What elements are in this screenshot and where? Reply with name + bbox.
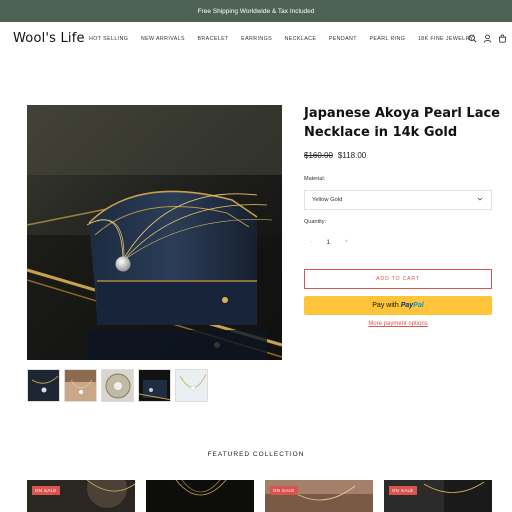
nav-item-hot-selling[interactable]: HOT SELLING — [89, 36, 128, 42]
quantity-decrease-button[interactable]: - — [310, 239, 312, 245]
product-card[interactable]: ON SALE — [265, 480, 373, 512]
nav-item-new-arrivals[interactable]: NEW ARRIVALS — [141, 36, 185, 42]
material-value: Yellow Gold — [312, 197, 343, 203]
add-to-cart-button[interactable]: ADD TO CART — [304, 269, 492, 289]
paypal-logo: PayPal — [400, 302, 424, 309]
search-icon[interactable] — [468, 34, 477, 43]
featured-collection-heading: FEATURED COLLECTION — [207, 451, 305, 458]
thumbnail[interactable] — [175, 369, 208, 402]
nav-item-pearl-ring[interactable]: PEARL RING — [369, 36, 405, 42]
nav-item-18k-fine-jewelry[interactable]: 18K FINE JEWELRY — [418, 36, 474, 42]
material-select[interactable]: Yellow Gold — [304, 190, 492, 210]
chevron-down-icon — [477, 196, 483, 204]
price: $160.00 $118.00 — [304, 151, 366, 160]
paypal-button[interactable]: Pay with PayPal — [304, 296, 492, 315]
more-payment-options-link[interactable]: More payment options — [304, 321, 492, 327]
thumbnail[interactable] — [138, 369, 171, 402]
site-header: Wool's Life HOT SELLING NEW ARRIVALS BRA… — [0, 22, 512, 58]
nav-item-pendant[interactable]: PENDANT — [329, 36, 357, 42]
announcement-text: Free Shipping Worldwide & Tax Included — [197, 7, 315, 15]
nav-item-necklace[interactable]: NECKLACE — [285, 36, 317, 42]
product-card[interactable]: ON SALE — [27, 480, 135, 512]
quantity-stepper: - 1 + — [304, 233, 354, 251]
logo[interactable]: Wool's Life — [13, 31, 85, 46]
nav-item-bracelet[interactable]: BRACELET — [198, 36, 229, 42]
on-sale-badge: ON SALE — [32, 486, 60, 495]
quantity-input[interactable]: 1 — [326, 239, 330, 246]
thumbnail[interactable] — [27, 369, 60, 402]
on-sale-badge: ON SALE — [389, 486, 417, 495]
on-sale-badge: ON SALE — [270, 486, 298, 495]
price-sale: $118.00 — [337, 151, 367, 160]
cart-icon[interactable] — [498, 34, 507, 43]
quantity-increase-button[interactable]: + — [344, 239, 348, 245]
product-title: Japanese Akoya Pearl Lace Necklace in 14… — [304, 106, 500, 140]
product-card[interactable]: ON SALE — [384, 480, 492, 512]
thumbnail[interactable] — [101, 369, 134, 402]
thumbnail-list — [27, 369, 208, 402]
product-main-image[interactable] — [27, 105, 282, 360]
nav-item-earrings[interactable]: EARRINGS — [241, 36, 272, 42]
quantity-label: Quantity: — [304, 219, 327, 225]
thumbnail[interactable] — [64, 369, 97, 402]
account-icon[interactable] — [483, 34, 492, 43]
material-label: Material: — [304, 176, 326, 182]
paypal-prefix: Pay with — [372, 302, 399, 309]
announcement-bar: Free Shipping Worldwide & Tax Included — [0, 0, 512, 22]
main-nav: HOT SELLING NEW ARRIVALS BRACELET EARRIN… — [89, 36, 486, 42]
featured-collection-grid: ON SALE ON SALE ON SALE — [27, 480, 492, 512]
price-original: $160.00 — [304, 151, 333, 160]
product-card[interactable] — [146, 480, 254, 512]
